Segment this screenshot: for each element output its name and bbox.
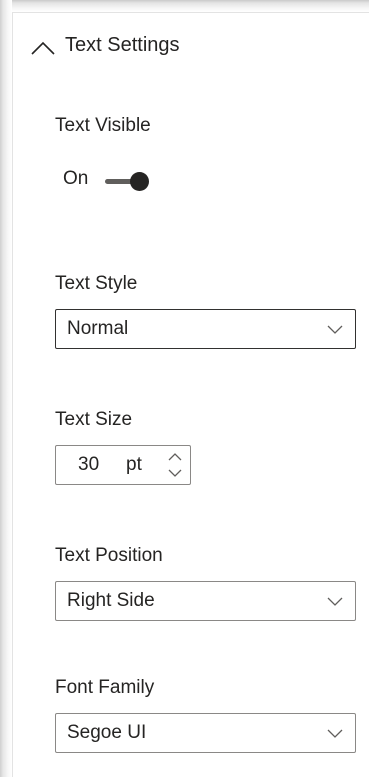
section-title: Text Settings <box>65 34 180 56</box>
text-style-dropdown[interactable]: Normal <box>55 309 356 349</box>
chevron-down-icon <box>327 729 343 738</box>
font-family-dropdown[interactable]: Segoe UI <box>55 713 356 753</box>
format-pane: Text Settings Text Visible On Text Style… <box>0 0 369 777</box>
chevron-down-icon[interactable] <box>168 468 182 478</box>
font-family-value: Segoe UI <box>67 722 147 743</box>
chevron-down-icon <box>327 325 343 334</box>
chevron-down-icon <box>327 597 343 606</box>
chevron-up-icon <box>31 41 55 55</box>
text-style-value: Normal <box>67 318 129 339</box>
text-position-dropdown[interactable]: Right Side <box>55 581 356 621</box>
text-size-stepper[interactable]: 30 pt <box>55 445 191 485</box>
text-visible-toggle[interactable]: On <box>63 168 223 194</box>
window-shadow-top <box>0 0 369 12</box>
text-size-value[interactable]: 30 <box>78 454 99 476</box>
toggle-knob <box>130 172 149 191</box>
font-family-label: Font Family <box>55 677 155 698</box>
text-style-label: Text Style <box>55 273 138 294</box>
chevron-up-icon[interactable] <box>168 452 182 462</box>
toggle-state-label: On <box>63 168 89 189</box>
text-visible-label: Text Visible <box>55 115 151 136</box>
text-settings-panel: Text Settings Text Visible On Text Style… <box>12 12 369 777</box>
text-size-unit: pt <box>126 454 142 475</box>
text-position-value: Right Side <box>67 590 155 611</box>
text-size-label: Text Size <box>55 409 133 430</box>
text-position-label: Text Position <box>55 545 163 566</box>
window-shadow-left <box>0 0 12 777</box>
